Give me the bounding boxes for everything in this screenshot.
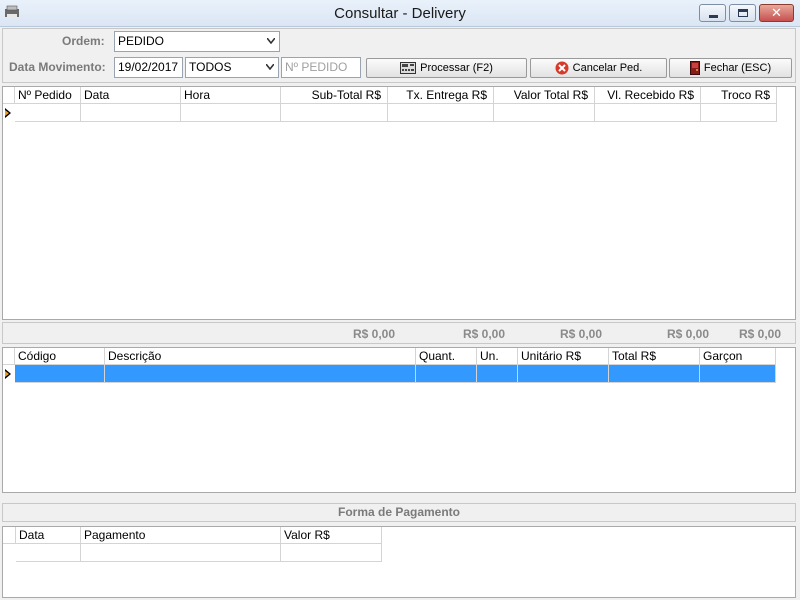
- orders-indicator-header: [3, 87, 15, 104]
- ordem-select[interactable]: PEDIDO: [114, 31, 280, 52]
- col-pagamento-tipo[interactable]: Pagamento: [81, 527, 281, 544]
- col-quant[interactable]: Quant.: [416, 348, 477, 365]
- ordem-value: PEDIDO: [118, 34, 165, 48]
- table-row-selected[interactable]: [15, 365, 105, 383]
- col-data[interactable]: Data: [81, 87, 181, 104]
- window-title: Consultar - Delivery: [334, 5, 466, 22]
- title-bar[interactable]: Consultar - Delivery ✕: [0, 0, 800, 27]
- chevron-down-icon: [267, 38, 275, 44]
- col-garcon[interactable]: Garçon: [700, 348, 776, 365]
- col-vl-recebido[interactable]: Vl. Recebido R$: [595, 87, 701, 104]
- forma-pagamento-header: Forma de Pagamento: [2, 503, 796, 522]
- exit-door-icon: [689, 61, 700, 76]
- cancelar-label: Cancelar Ped.: [572, 62, 643, 74]
- row-indicator: [3, 365, 14, 383]
- table-row-selected[interactable]: [518, 365, 609, 383]
- close-icon: ✕: [771, 5, 782, 20]
- table-row-selected[interactable]: [700, 365, 776, 383]
- fechar-button[interactable]: Fechar (ESC): [669, 58, 792, 78]
- maximize-button[interactable]: [729, 4, 756, 22]
- col-subtotal[interactable]: Sub-Total R$: [281, 87, 388, 104]
- col-codigo[interactable]: Código: [15, 348, 105, 365]
- table-row[interactable]: [388, 104, 494, 122]
- chevron-down-icon: [266, 64, 274, 70]
- row-indicator: [3, 104, 14, 122]
- col-pagamento-data[interactable]: Data: [16, 527, 81, 544]
- current-row-arrow-icon: [5, 369, 11, 379]
- minimize-icon: [709, 15, 718, 18]
- col-descricao[interactable]: Descrição: [105, 348, 416, 365]
- table-row-selected[interactable]: [416, 365, 477, 383]
- table-row-selected[interactable]: [477, 365, 518, 383]
- tipo-select[interactable]: TODOS: [185, 57, 279, 78]
- processar-label: Processar (F2): [420, 62, 493, 74]
- data-movimento-input[interactable]: 19/02/2017: [114, 57, 183, 78]
- table-row-selected[interactable]: [609, 365, 700, 383]
- total-troco: R$ 0,00: [738, 327, 781, 341]
- pedido-input[interactable]: Nº PEDIDO: [281, 57, 361, 78]
- table-row[interactable]: [81, 104, 181, 122]
- cancel-icon: [555, 61, 569, 75]
- col-pagamento-valor[interactable]: Valor R$: [281, 527, 382, 544]
- payments-grid[interactable]: Data Pagamento Valor R$: [2, 526, 796, 598]
- ordem-label: Ordem:: [62, 34, 105, 48]
- total-valor-total: R$ 0,00: [559, 327, 602, 341]
- col-tx-entrega[interactable]: Tx. Entrega R$: [388, 87, 494, 104]
- minimize-button[interactable]: [699, 4, 726, 22]
- total-vl-recebido: R$ 0,00: [666, 327, 709, 341]
- tipo-value: TODOS: [189, 60, 232, 74]
- maximize-icon: [738, 9, 748, 17]
- col-valor-total[interactable]: Valor Total R$: [494, 87, 595, 104]
- table-row[interactable]: [16, 544, 81, 562]
- col-numero-pedido[interactable]: Nº Pedido: [15, 87, 81, 104]
- table-row[interactable]: [281, 104, 388, 122]
- table-row-selected[interactable]: [105, 365, 416, 383]
- total-tx-entrega: R$ 0,00: [462, 327, 505, 341]
- cancelar-button[interactable]: Cancelar Ped.: [530, 58, 667, 78]
- orders-grid[interactable]: Nº Pedido Data Hora Sub-Total R$ Tx. Ent…: [2, 86, 796, 320]
- processar-button[interactable]: Processar (F2): [366, 58, 527, 78]
- col-total[interactable]: Total R$: [609, 348, 700, 365]
- current-row-arrow-icon: [5, 108, 11, 118]
- col-hora[interactable]: Hora: [181, 87, 281, 104]
- items-indicator-header: [3, 348, 15, 365]
- col-unitario[interactable]: Unitário R$: [518, 348, 609, 365]
- totals-bar: R$ 0,00 R$ 0,00 R$ 0,00 R$ 0,00 R$ 0,00: [2, 322, 796, 344]
- table-row[interactable]: [81, 544, 281, 562]
- col-troco[interactable]: Troco R$: [701, 87, 777, 104]
- payments-indicator-header: [3, 527, 16, 544]
- calculator-icon: [400, 62, 417, 75]
- pedido-placeholder: Nº PEDIDO: [285, 60, 348, 74]
- table-row[interactable]: [15, 104, 81, 122]
- col-un[interactable]: Un.: [477, 348, 518, 365]
- total-subtotal: R$ 0,00: [352, 327, 395, 341]
- close-button[interactable]: ✕: [759, 4, 794, 22]
- table-row[interactable]: [494, 104, 595, 122]
- data-movimento-label: Data Movimento:: [9, 60, 106, 74]
- table-row[interactable]: [181, 104, 281, 122]
- table-row[interactable]: [281, 544, 382, 562]
- items-grid[interactable]: Código Descrição Quant. Un. Unitário R$ …: [2, 347, 796, 493]
- table-row[interactable]: [701, 104, 777, 122]
- table-row[interactable]: [595, 104, 701, 122]
- fechar-label: Fechar (ESC): [703, 62, 772, 74]
